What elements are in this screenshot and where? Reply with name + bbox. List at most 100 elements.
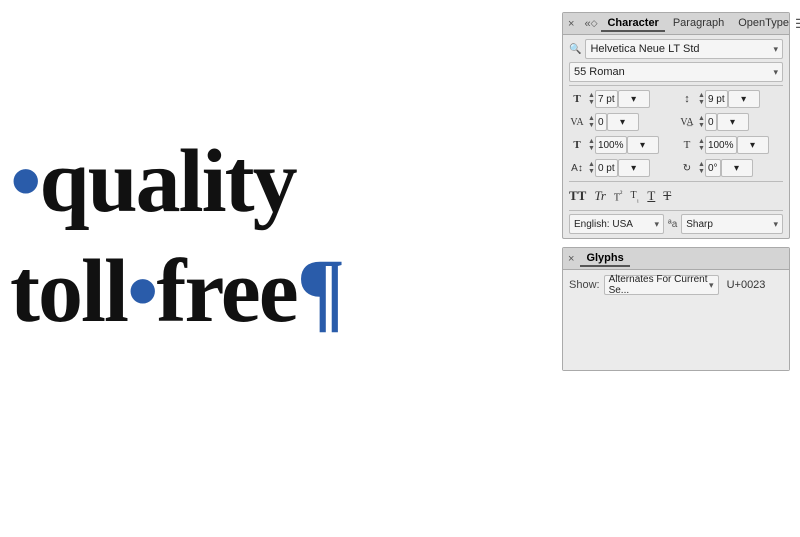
glyphs-show-select[interactable]: Alternates For Current Se... ▾ [604, 275, 719, 295]
glyphs-panel-body: Show: Alternates For Current Se... ▾ U+0… [563, 270, 789, 370]
baseline-up[interactable]: ▲ [588, 161, 595, 168]
font-size-input[interactable]: 7 pt [595, 90, 618, 108]
leading-down[interactable]: ▼ [698, 99, 705, 106]
scale-h-up[interactable]: ▲ [588, 138, 595, 145]
leading-unit[interactable]: ▾ [728, 90, 760, 108]
glyphs-panel: × Glyphs Show: Alternates For Current Se… [562, 247, 790, 371]
language-select[interactable]: English: USA ▾ [569, 214, 664, 234]
font-size-input-wrap: ▲ ▼ 7 pt ▾ [587, 90, 650, 108]
tracking-unit[interactable]: ▾ [717, 113, 749, 131]
scale-v-cell: T ▲ ▼ 100% ▾ [679, 135, 783, 155]
rotation-input[interactable]: 0° [705, 159, 721, 177]
tracking-up[interactable]: ▲ [698, 115, 705, 122]
type-btn-strikethrough[interactable]: T [663, 188, 671, 204]
scale-h-input[interactable]: 100% [595, 136, 627, 154]
kerning-tracking-grid: VA ▲ ▼ 0 ▾ VA̲ [569, 112, 783, 132]
character-panel-titlebar: × « ◇ Character Paragraph OpenType ☰ [563, 13, 789, 35]
aa-select[interactable]: Sharp ▾ [681, 214, 783, 234]
font-size-unit[interactable]: ▾ [618, 90, 650, 108]
type-btn-superscript[interactable]: T² [614, 189, 623, 203]
scale-h-spinners: ▲ ▼ [588, 138, 595, 152]
aa-arrow: ▾ [773, 219, 778, 230]
tab-diamond: ◇ [591, 18, 598, 29]
baseline-input[interactable]: 0 pt [595, 159, 618, 177]
character-panel: × « ◇ Character Paragraph OpenType ☰ 🔍 H… [562, 12, 790, 239]
glyphs-show-value: Alternates For Current Se... [609, 274, 709, 296]
scale-v-icon: T [679, 139, 695, 151]
glyphs-panel-titlebar: × Glyphs [563, 248, 789, 270]
font-family-select[interactable]: Helvetica Neue LT Std ▾ [585, 39, 783, 59]
unicode-label: U+0023 [727, 279, 766, 291]
font-style-value: 55 Roman [574, 66, 625, 78]
tab-character[interactable]: Character [601, 16, 664, 32]
kerning-value: 0 [598, 117, 604, 128]
rotation-spinners: ▲ ▼ [698, 161, 705, 175]
glyphs-panel-close[interactable]: × [568, 253, 574, 265]
glyphs-show-arrow: ▾ [709, 280, 714, 291]
size-leading-grid: T ▲ ▼ 7 pt ▾ ↕ [569, 89, 783, 109]
font-size-cell: T ▲ ▼ 7 pt ▾ [569, 89, 673, 109]
character-panel-tabs: ◇ Character Paragraph OpenType [591, 16, 795, 32]
leading-input-wrap: ▲ ▼ 9 pt ▾ [697, 90, 760, 108]
font-size-up[interactable]: ▲ [588, 92, 595, 99]
kerning-cell: VA ▲ ▼ 0 ▾ [569, 112, 673, 132]
leading-icon: ↕ [679, 93, 695, 105]
character-panel-close[interactable]: × [568, 18, 574, 30]
rotation-unit[interactable]: ▾ [721, 159, 753, 177]
scale-v-input[interactable]: 100% [705, 136, 737, 154]
tab-paragraph[interactable]: Paragraph [667, 16, 730, 32]
leading-input[interactable]: 9 pt [705, 90, 728, 108]
aa-label: ªa [668, 219, 677, 230]
scale-v-up[interactable]: ▲ [698, 138, 705, 145]
font-size-value: 7 pt [598, 94, 615, 105]
type-btn-tr[interactable]: Tr [594, 188, 606, 204]
scale-h-input-wrap: ▲ ▼ 100% ▾ [587, 136, 659, 154]
kerning-unit[interactable]: ▾ [607, 113, 639, 131]
scale-h-icon: T [569, 139, 585, 151]
font-size-spinners: ▲ ▼ [588, 92, 595, 106]
rotation-down[interactable]: ▼ [698, 168, 705, 175]
type-btn-tt[interactable]: TT [569, 188, 586, 204]
panels-container: × « ◇ Character Paragraph OpenType ☰ 🔍 H… [562, 12, 790, 371]
tracking-down[interactable]: ▼ [698, 122, 705, 129]
baseline-unit[interactable]: ▾ [618, 159, 650, 177]
scale-grid: T ▲ ▼ 100% ▾ T [569, 135, 783, 155]
font-style-select[interactable]: 55 Roman ▾ [569, 62, 783, 82]
rotation-cell: ↻ ▲ ▼ 0° ▾ [679, 158, 783, 178]
tracking-cell: VA̲ ▲ ▼ 0 ▾ [679, 112, 783, 132]
rotation-up[interactable]: ▲ [698, 161, 705, 168]
tracking-icon: VA̲ [679, 117, 695, 128]
scale-v-down[interactable]: ▼ [698, 145, 705, 152]
baseline-value: 0 pt [598, 163, 615, 174]
tab-opentype[interactable]: OpenType [732, 16, 795, 32]
scale-v-unit[interactable]: ▾ [737, 136, 769, 154]
type-btn-underline[interactable]: T [647, 188, 655, 204]
tab-glyphs[interactable]: Glyphs [580, 251, 629, 267]
scale-h-unit[interactable]: ▾ [627, 136, 659, 154]
search-icon: 🔍 [569, 44, 581, 55]
baseline-spinners: ▲ ▼ [588, 161, 595, 175]
baseline-cell: A↕ ▲ ▼ 0 pt ▾ [569, 158, 673, 178]
baseline-icon: A↕ [569, 163, 585, 174]
font-size-down[interactable]: ▼ [588, 99, 595, 106]
leading-value: 9 pt [708, 94, 725, 105]
glyphs-show-label: Show: [569, 279, 600, 291]
divider-1 [569, 85, 783, 86]
font-family-value: Helvetica Neue LT Std [590, 43, 699, 55]
baseline-down[interactable]: ▼ [588, 168, 595, 175]
kerning-up[interactable]: ▲ [588, 115, 595, 122]
font-style-row: 55 Roman ▾ [569, 62, 783, 82]
kerning-down[interactable]: ▼ [588, 122, 595, 129]
kerning-input[interactable]: 0 [595, 113, 607, 131]
scale-h-down[interactable]: ▼ [588, 145, 595, 152]
tracking-input[interactable]: 0 [705, 113, 717, 131]
tracking-value: 0 [708, 117, 714, 128]
type-btn-subscript[interactable]: T₁ [630, 190, 639, 203]
dot-quality: • [10, 132, 40, 231]
leading-up[interactable]: ▲ [698, 92, 705, 99]
canvas-text-toll: toll•free¶ [10, 240, 343, 343]
character-panel-menu-icon[interactable]: ☰ [795, 16, 800, 32]
font-size-icon: T [569, 93, 585, 105]
glyphs-show-row: Show: Alternates For Current Se... ▾ U+0… [569, 275, 783, 295]
leading-spinners: ▲ ▼ [698, 92, 705, 106]
